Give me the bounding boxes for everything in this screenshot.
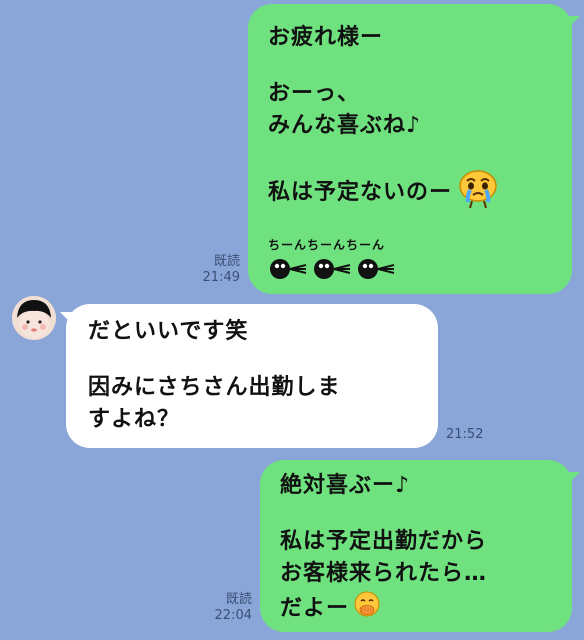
message-text: だといいです笑: [88, 319, 249, 344]
bubble-tail: [566, 16, 580, 30]
message-text: 絶対喜ぶー♪: [280, 473, 411, 498]
message-text-with-emoji: だよー: [280, 590, 552, 622]
message-text: [88, 348, 416, 372]
message-text: おーっ、: [268, 81, 361, 106]
avatar[interactable]: [12, 296, 56, 340]
read-status: 既読: [225, 592, 252, 607]
message-bubble-outgoing[interactable]: お疲れ様ー おーっ、 みんな喜ぶね♪ 私は予定ないのー ちーんちーんちーん: [248, 4, 572, 294]
message-text-with-emoji: 私は予定ないのー: [268, 166, 552, 209]
timestamp: 21:49: [202, 270, 240, 285]
message-text: [268, 54, 552, 78]
hand-over-mouth-face-emoji-icon: [353, 590, 381, 628]
message-meta: 既読 22:04: [200, 592, 252, 624]
message-text: お疲れ様ー: [268, 25, 384, 50]
message-text: すよね？: [88, 407, 181, 432]
read-status: 既読: [213, 254, 240, 269]
bubble-tail: [566, 472, 580, 486]
chat-background: 既読 21:49 お疲れ様ー おーっ、 みんな喜ぶね♪ 私は予定ないのー ちーん…: [0, 0, 584, 640]
timestamp: 22:04: [214, 608, 252, 623]
message-text: 私は予定出勤だから: [280, 529, 488, 554]
sticker-text: ちーんちーんちーん: [268, 238, 386, 252]
crying-face-emoji-icon: [456, 166, 500, 220]
message-text: 私は予定ないのー: [268, 180, 453, 205]
message-text: [280, 502, 552, 526]
message-text: [268, 142, 552, 166]
message-meta: 既読 21:49: [188, 254, 240, 286]
message-meta: 21:52: [446, 427, 498, 443]
message-bubble-outgoing[interactable]: 絶対喜ぶー♪ 私は予定出勤だから お客様来られたら… だよー: [260, 460, 572, 632]
message-bubble-incoming[interactable]: だといいです笑 因みにさちさん出勤しま すよね？: [66, 304, 438, 448]
message-text: お客様来られたら…: [280, 561, 488, 586]
tadpole-stickers: [268, 254, 398, 288]
message-text: だよー: [280, 596, 350, 621]
message-text: 因みにさちさん出勤しま: [88, 375, 341, 400]
message-text: みんな喜ぶね♪: [268, 113, 422, 138]
timestamp: 21:52: [446, 427, 484, 442]
